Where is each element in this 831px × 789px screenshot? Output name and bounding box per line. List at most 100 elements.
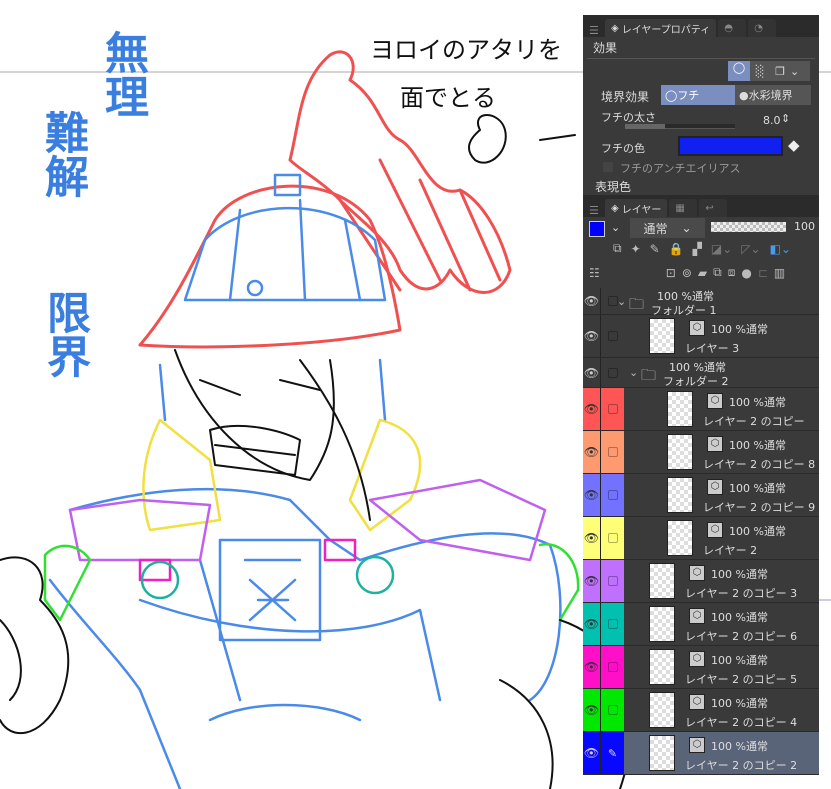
eye-icon[interactable]: 👁 <box>583 517 600 559</box>
eye-icon[interactable]: 👁 <box>583 315 600 357</box>
chevron-down-icon[interactable]: ⌄ <box>629 366 638 379</box>
animation-icon: ▦ <box>675 202 685 214</box>
eye-icon[interactable]: 👁 <box>583 288 600 314</box>
tab-animation[interactable]: ▦ <box>669 199 698 217</box>
section-expression: 表現色 <box>595 180 632 194</box>
edge-width-value[interactable]: 8.0 <box>763 114 781 127</box>
vector-layer-icon: ⬡ <box>689 737 705 753</box>
layer-row[interactable]: 👁 ⬡ 100 %通常 レイヤー 2 のコピー 3 <box>583 560 819 603</box>
edge-width-slider[interactable] <box>625 124 735 129</box>
layer-checkbox[interactable] <box>600 474 624 516</box>
mask-icon[interactable]: ◪⌄ <box>711 242 732 256</box>
eye-icon[interactable]: 👁 <box>583 689 600 731</box>
note-line-1: ヨロイのアタリを <box>370 36 562 64</box>
tab-undo-history[interactable]: ↩ <box>699 199 728 217</box>
main-color-swatch[interactable] <box>589 221 605 237</box>
ruler-icon[interactable]: ◸⌄ <box>741 242 760 256</box>
layer-checkbox[interactable] <box>600 689 624 731</box>
clip-icon[interactable]: ⧉ <box>613 241 622 256</box>
transfer-down-icon[interactable]: ⧉ <box>713 265 722 280</box>
vector-layer-icon: ⬡ <box>707 393 723 409</box>
eye-icon[interactable]: 👁 <box>583 732 600 774</box>
layer-checkbox[interactable] <box>600 646 624 688</box>
tab-tone[interactable]: ◓ <box>718 19 747 37</box>
eye-icon[interactable]: 👁 <box>583 431 600 473</box>
menu-icon[interactable]: ☰ <box>589 204 603 217</box>
layer-color-icon[interactable]: ◧⌄ <box>770 242 791 256</box>
layer-list-icon[interactable]: ☷ <box>589 266 600 280</box>
section-effect: 効果 <box>587 37 815 59</box>
layer-row[interactable]: 👁 ⬡ 100 %通常 レイヤー 2 <box>583 517 819 560</box>
layer-row[interactable]: 👁 ⬡ 100 %通常 レイヤー 3 <box>583 315 819 358</box>
eye-icon[interactable]: 👁 <box>583 388 600 430</box>
tone-effect-icon[interactable]: ░ <box>750 65 770 78</box>
layer-row[interactable]: 👁 ⬡ 100 %通常 レイヤー 2 のコピー 4 <box>583 689 819 732</box>
layer-checkbox[interactable] <box>600 517 624 559</box>
eye-icon[interactable]: 👁 <box>583 358 600 387</box>
layer-mode: 100 %通常 <box>711 323 768 336</box>
blend-mode-select[interactable]: 通常 ⌄ <box>630 218 705 238</box>
eye-icon[interactable]: 👁 <box>583 474 600 516</box>
layer-row[interactable]: 👁 ⌄ 🗀 100 %通常 フォルダー 2 <box>583 358 819 388</box>
layer-checkbox[interactable] <box>600 560 624 602</box>
vector-layer-icon: ⬡ <box>707 479 723 495</box>
tab-layer-property[interactable]: ◈ レイヤープロパティ <box>605 19 717 37</box>
layer-thumbnail <box>649 735 675 771</box>
layer-row[interactable]: 👁 ⬡ 100 %通常 レイヤー 2 のコピー 8 <box>583 431 819 474</box>
layer-tabbar: ☰ ◈ レイヤー ▦ ↩ <box>583 195 819 217</box>
layer-row[interactable]: 👁 ⬡ 100 %通常 レイヤー 2 のコピー 9 <box>583 474 819 517</box>
lock-icon[interactable]: 🔒 <box>669 242 684 256</box>
layer-checkbox[interactable] <box>600 358 624 387</box>
border-option-edge[interactable]: ◯ フチ <box>661 85 735 105</box>
layer-toolbar-2: ☷ ⊡ ⊚ ▰ ⧉ ⧈ ● ⊏ ▥ <box>589 265 785 280</box>
spinner-icon[interactable]: ⇕ <box>781 112 790 125</box>
eye-icon[interactable]: 👁 <box>583 646 600 688</box>
combine-icon[interactable]: ⧈ <box>728 265 736 280</box>
antialias-checkbox[interactable] <box>603 162 613 172</box>
eye-icon[interactable]: 👁 <box>583 603 600 645</box>
undo-history-icon: ↩ <box>705 202 714 214</box>
opacity-value[interactable]: 100 <box>794 220 815 233</box>
raster-layer-icon: ⬡ <box>689 320 705 336</box>
layer-row[interactable]: 👁 ⬡ 100 %通常 レイヤー 2 のコピー 6 <box>583 603 819 646</box>
opacity-slider[interactable] <box>711 222 786 232</box>
draft-icon[interactable]: ✎ <box>650 242 660 256</box>
new-vector-layer-icon[interactable]: ⊚ <box>682 266 692 280</box>
edge-color-swatch[interactable] <box>678 136 783 156</box>
menu-icon[interactable]: ☰ <box>589 24 603 37</box>
tab-layer[interactable]: ◈ レイヤー <box>605 199 668 217</box>
layer-row[interactable]: 👁 ✎ ⬡ 100 %通常 レイヤー 2 のコピー 2 <box>583 732 819 775</box>
layer-row[interactable]: 👁 ⬡ 100 %通常 レイヤー 2 のコピー <box>583 388 819 431</box>
layer-color-icon[interactable]: ❐ <box>770 65 790 78</box>
layer-name: レイヤー 3 <box>685 342 740 355</box>
border-effect-icon[interactable]: ◯ <box>728 61 750 81</box>
trash-icon[interactable]: ▥ <box>774 266 785 280</box>
edge-width-label: フチの太さ <box>601 111 656 124</box>
reference-icon[interactable]: ✦ <box>631 242 641 256</box>
paint-bucket-icon[interactable]: ◆ <box>788 136 800 154</box>
new-folder-icon[interactable]: ▰ <box>698 266 707 280</box>
chevron-down-icon[interactable]: ⌄ <box>790 65 799 78</box>
chevron-down-icon[interactable]: ⌄ <box>617 295 626 308</box>
layer-property-icon: ◈ <box>611 22 619 34</box>
tab-search[interactable]: ◔ <box>748 19 777 37</box>
layer-checkbox[interactable] <box>600 431 624 473</box>
new-raster-layer-icon[interactable]: ⊡ <box>666 266 676 280</box>
layer-row[interactable]: 👁 ⌄ 🗀 100 %通常 フォルダー 1 <box>583 288 819 317</box>
layer-checkbox[interactable] <box>600 388 624 430</box>
layer-row[interactable]: 👁 ⬡ 100 %通常 レイヤー 2 のコピー 5 <box>583 646 819 689</box>
layer-checkbox[interactable] <box>600 603 624 645</box>
apply-mask-icon[interactable]: ⊏ <box>758 266 768 280</box>
layer-checkbox[interactable] <box>600 315 624 357</box>
layer-thumbnail <box>649 692 675 728</box>
layer-thumbnail <box>667 391 693 427</box>
border-option-watercolor[interactable]: ● 水彩境界 <box>735 85 811 105</box>
chevron-down-icon[interactable]: ⌄ <box>611 221 620 234</box>
edit-pen-icon[interactable]: ✎ <box>600 732 624 774</box>
create-mask-icon[interactable]: ● <box>741 266 751 280</box>
eye-icon[interactable]: 👁 <box>583 560 600 602</box>
teal-sketch <box>140 555 395 600</box>
vector-layer-icon: ⬡ <box>689 694 705 710</box>
lock-transparency-icon[interactable]: ▞ <box>693 242 702 256</box>
layer-thumbnail <box>667 477 693 513</box>
